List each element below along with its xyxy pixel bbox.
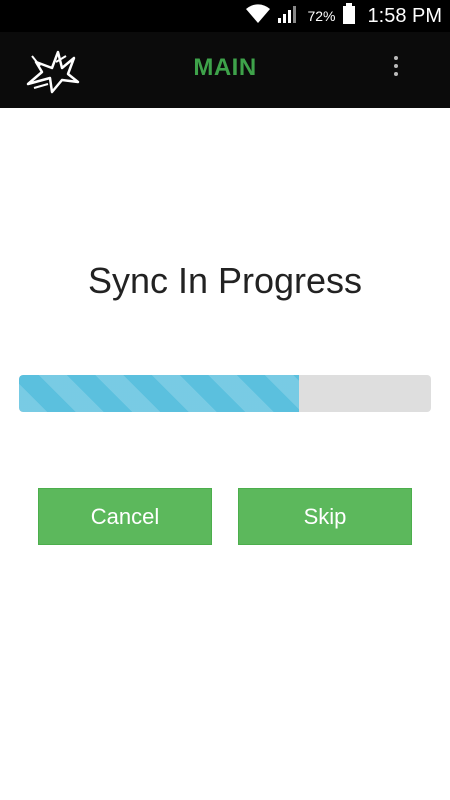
overflow-menu-icon <box>393 55 399 82</box>
skip-button[interactable]: Skip <box>238 488 412 545</box>
clock: 1:58 PM <box>367 4 442 27</box>
progress-bar <box>19 375 431 412</box>
signal-icon <box>277 4 299 29</box>
overflow-menu-button[interactable] <box>378 50 414 86</box>
progress-fill <box>19 375 300 412</box>
battery-icon <box>342 2 356 30</box>
action-bar: MAIN <box>0 32 450 108</box>
status-icons: 72% 1:58 PM <box>245 0 442 32</box>
battery-percent: 72% <box>307 8 336 24</box>
wifi-icon <box>245 3 271 29</box>
sync-heading: Sync In Progress <box>87 260 363 301</box>
cancel-button[interactable]: Cancel <box>38 488 212 545</box>
status-bar: 72% 1:58 PM <box>0 0 450 32</box>
